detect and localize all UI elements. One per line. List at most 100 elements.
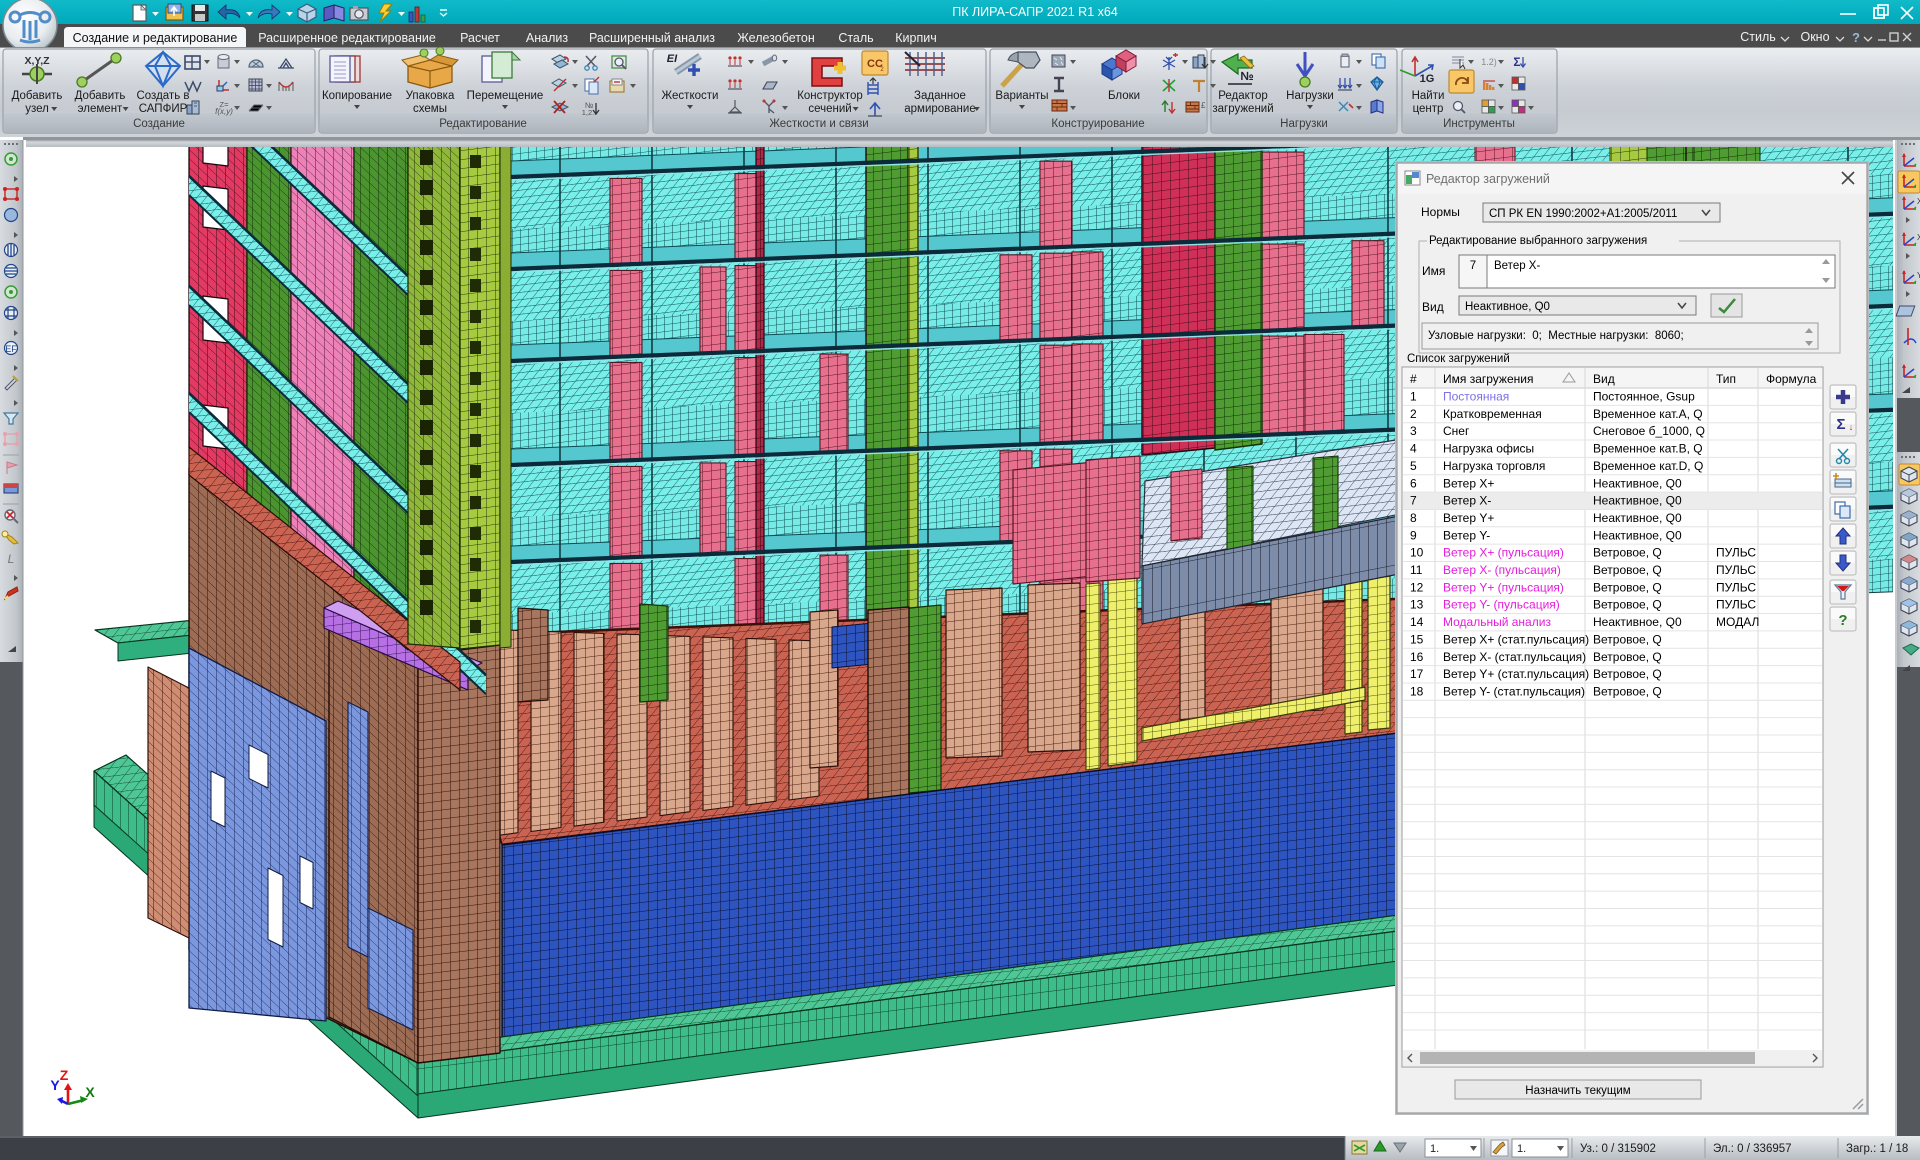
svg-text:Снеговое б_1000, Q: Снеговое б_1000, Q bbox=[1593, 424, 1705, 438]
svg-text:Эл.: 0 / 336957: Эл.: 0 / 336957 bbox=[1713, 1143, 1792, 1155]
svg-text:Нагрузка торговля: Нагрузка торговля bbox=[1443, 459, 1545, 473]
svg-text:элемент: элемент bbox=[78, 103, 123, 115]
svg-text:Временное кат.В, Q: Временное кат.В, Q bbox=[1593, 442, 1703, 456]
svg-text:↓: ↓ bbox=[1849, 422, 1854, 432]
svg-text:загружений: загружений bbox=[1212, 103, 1273, 115]
svg-text:Редактор загружений: Редактор загружений bbox=[1426, 172, 1550, 186]
svg-text:Упаковка: Упаковка bbox=[406, 90, 455, 102]
svg-text:САПФИР: САПФИР bbox=[139, 103, 188, 115]
svg-text:Окно: Окно bbox=[1800, 30, 1829, 44]
svg-text:Неактивное, Q0: Неактивное, Q0 bbox=[1593, 511, 1682, 525]
svg-text:схемы: схемы bbox=[413, 103, 447, 115]
svg-text:узел: узел bbox=[25, 103, 49, 115]
svg-text:Нагрузки: Нагрузки bbox=[1280, 118, 1328, 130]
svg-text:Нагрузки: Нагрузки bbox=[1286, 90, 1334, 102]
svg-text:#: # bbox=[1410, 372, 1417, 386]
svg-text:Z: Z bbox=[60, 1067, 69, 1083]
svg-text:17: 17 bbox=[1410, 667, 1424, 681]
svg-text:Ветер X-: Ветер X- bbox=[1494, 260, 1540, 272]
svg-text:Кирпич: Кирпич bbox=[895, 31, 936, 45]
svg-text:Конструктор: Конструктор bbox=[797, 90, 863, 102]
svg-text:EF: EF bbox=[5, 344, 17, 354]
svg-text:10: 10 bbox=[1410, 546, 1424, 560]
svg-text:Ветер X- (стат.пульсация): Ветер X- (стат.пульсация) bbox=[1443, 650, 1586, 664]
svg-text:Ветровое, Q: Ветровое, Q bbox=[1593, 546, 1662, 560]
svg-text:ПК ЛИРА-САПР 2021 R1 x64: ПК ЛИРА-САПР 2021 R1 x64 bbox=[952, 5, 1118, 19]
svg-text:Ветровое, Q: Ветровое, Q bbox=[1593, 632, 1662, 646]
svg-text:Имя загружения: Имя загружения bbox=[1443, 372, 1533, 386]
svg-text:Список загружений: Список загружений bbox=[1407, 353, 1510, 365]
svg-text:Ветер X+: Ветер X+ bbox=[1443, 476, 1494, 490]
svg-text:Редактирование: Редактирование bbox=[439, 118, 527, 130]
svg-text:f(x,y): f(x,y) bbox=[215, 107, 233, 116]
svg-text:Нагрузка офисы: Нагрузка офисы bbox=[1443, 442, 1534, 456]
svg-text:1.: 1. bbox=[1430, 1143, 1439, 1155]
svg-text:Вид: Вид bbox=[1422, 300, 1444, 314]
svg-text:Ветер X- (пульсация): Ветер X- (пульсация) bbox=[1443, 563, 1561, 577]
svg-text:7: 7 bbox=[1470, 260, 1476, 272]
svg-text:Найти: Найти bbox=[1412, 90, 1445, 102]
svg-text:Узловые нагрузки: 0; Местные: Узловые нагрузки: 0; Местные нагрузки: 8… bbox=[1428, 330, 1684, 342]
svg-text:Ветровое, Q: Ветровое, Q bbox=[1593, 684, 1662, 698]
svg-text:Кратковременная: Кратковременная bbox=[1443, 407, 1542, 421]
svg-text:Ветер Y+ (пульсация): Ветер Y+ (пульсация) bbox=[1443, 580, 1564, 594]
svg-text:ПУЛЬС: ПУЛЬС bbox=[1716, 563, 1756, 577]
svg-text:Создать в: Создать в bbox=[136, 90, 189, 102]
svg-text:Редактирование выбранного загр: Редактирование выбранного загружения bbox=[1429, 235, 1647, 247]
svg-text:Жесткости: Жесткости bbox=[662, 90, 719, 102]
svg-text:Перемещение: Перемещение bbox=[467, 90, 544, 102]
svg-text:Копирование: Копирование bbox=[322, 90, 392, 102]
svg-text:Неактивное, Q0: Неактивное, Q0 bbox=[1593, 528, 1682, 542]
svg-text:Постоянное, Gsup: Постоянное, Gsup bbox=[1593, 390, 1695, 404]
svg-text:2: 2 bbox=[1410, 407, 1417, 421]
svg-text:1.: 1. bbox=[1517, 1143, 1526, 1155]
svg-text:1.2): 1.2) bbox=[1481, 57, 1497, 67]
svg-text:Временное кат.D, Q: Временное кат.D, Q bbox=[1593, 459, 1703, 473]
svg-text:Инструменты: Инструменты bbox=[1443, 118, 1515, 130]
svg-text:Уз.: 0 / 315902: Уз.: 0 / 315902 bbox=[1580, 1143, 1656, 1155]
svg-text:Неактивное, Q0: Неактивное, Q0 bbox=[1593, 494, 1682, 508]
svg-text:Снег: Снег bbox=[1443, 424, 1470, 438]
svg-text:Ветер Y- (стат.пульсация): Ветер Y- (стат.пульсация) bbox=[1443, 684, 1585, 698]
svg-text:ПУЛЬС: ПУЛЬС bbox=[1716, 546, 1756, 560]
svg-text:Вид: Вид bbox=[1593, 372, 1615, 386]
svg-text:Неактивное, Q0: Неактивное, Q0 bbox=[1465, 301, 1550, 313]
svg-text:Расчет: Расчет bbox=[460, 31, 500, 45]
svg-text:7: 7 bbox=[1410, 494, 1417, 508]
svg-text:Загр.: 1 / 18: Загр.: 1 / 18 bbox=[1846, 1143, 1908, 1155]
svg-text:18: 18 bbox=[1410, 684, 1424, 698]
svg-text:Назначить текущим: Назначить текущим bbox=[1525, 1085, 1631, 1097]
svg-text:L: L bbox=[8, 552, 15, 566]
svg-text:Блоки: Блоки bbox=[1108, 90, 1140, 102]
svg-text:Добавить: Добавить bbox=[12, 90, 63, 102]
svg-text:Создание и редактирование: Создание и редактирование bbox=[73, 31, 238, 45]
svg-text:МОДАЛ: МОДАЛ bbox=[1716, 615, 1759, 629]
svg-text:Ветровое, Q: Ветровое, Q bbox=[1593, 650, 1662, 664]
svg-text:Y: Y bbox=[50, 1077, 60, 1093]
svg-text:Заданное: Заданное bbox=[914, 90, 966, 102]
svg-text:Формула: Формула bbox=[1766, 372, 1817, 386]
svg-text:15: 15 bbox=[1410, 632, 1424, 646]
svg-text:Неактивное, Q0: Неактивное, Q0 bbox=[1593, 476, 1682, 490]
svg-text:9: 9 bbox=[1410, 528, 1417, 542]
svg-text:16: 16 bbox=[1410, 650, 1424, 664]
svg-text:Железобетон: Железобетон bbox=[737, 31, 815, 45]
svg-text:сечений: сечений bbox=[808, 103, 851, 115]
svg-text:Расширенное редактирование: Расширенное редактирование bbox=[258, 31, 436, 45]
svg-text:Модальный анализ: Модальный анализ bbox=[1443, 615, 1551, 629]
svg-text:3: 3 bbox=[1410, 424, 1417, 438]
svg-text:Анализ: Анализ bbox=[526, 31, 568, 45]
svg-text:Жесткости и связи: Жесткости и связи bbox=[769, 118, 868, 130]
svg-text:Ветер Y- (пульсация): Ветер Y- (пульсация) bbox=[1443, 598, 1560, 612]
svg-text:Ветер X-: Ветер X- bbox=[1443, 494, 1491, 508]
svg-text:Ветровое, Q: Ветровое, Q bbox=[1593, 667, 1662, 681]
svg-text:Σ: Σ bbox=[1513, 55, 1520, 69]
svg-text:центр: центр bbox=[1413, 103, 1444, 115]
svg-text:Ветер X+ (пульсация): Ветер X+ (пульсация) bbox=[1443, 546, 1564, 560]
svg-text:1: 1 bbox=[1410, 390, 1417, 404]
svg-text:Расширенный анализ: Расширенный анализ bbox=[589, 31, 715, 45]
svg-text:Ветер Y+: Ветер Y+ bbox=[1443, 511, 1494, 525]
svg-text:Ветер Y-: Ветер Y- bbox=[1443, 528, 1490, 542]
svg-text:EI: EI bbox=[667, 53, 678, 65]
svg-text:Добавить: Добавить bbox=[75, 90, 126, 102]
